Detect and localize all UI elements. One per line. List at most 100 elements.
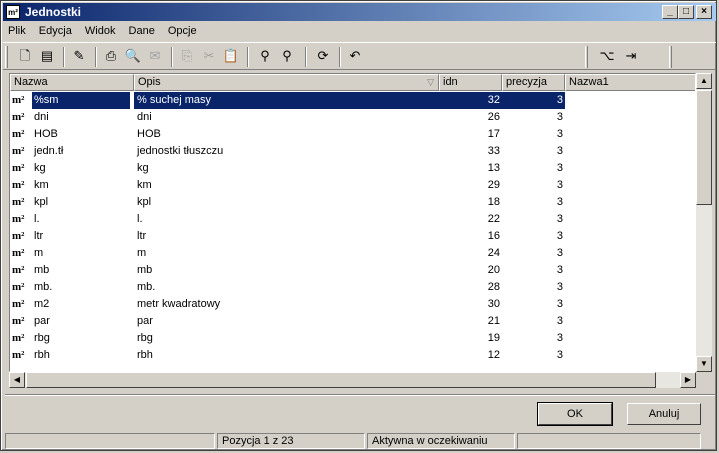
column-header-idn[interactable]: idn — [439, 74, 502, 91]
table-row[interactable]: m² %sm% suchej masy 32 3 — [10, 92, 695, 109]
table-row[interactable]: m² jedn.tł jednostki tłuszczu 33 3 — [10, 143, 695, 160]
column-header-precyzja[interactable]: precyzja — [502, 74, 565, 91]
toolbar-separator — [247, 47, 249, 67]
print-icon[interactable]: ⎙ — [101, 47, 121, 65]
mail-icon[interactable]: ✉ — [145, 47, 165, 65]
column-header-nazwa[interactable]: Nazwa — [10, 74, 134, 91]
maximize-button[interactable]: □ — [678, 5, 694, 19]
cell-nazwa: kpl — [34, 196, 49, 208]
menu-dane[interactable]: Dane — [124, 23, 160, 39]
refresh-icon[interactable]: ⟳ — [313, 47, 333, 65]
menu-opcje[interactable]: Opcje — [163, 23, 202, 39]
unit-icon: m² — [12, 162, 25, 174]
new-document-icon[interactable]: 🗋 — [15, 47, 35, 65]
unit-icon: m² — [12, 111, 25, 123]
status-position: Pozycja 1 z 23 — [217, 433, 365, 449]
print-preview-icon[interactable]: 🔍 — [123, 47, 143, 65]
table-row[interactable]: m² mb. mb. 28 3 — [10, 279, 695, 296]
table-row[interactable]: m² m m 24 3 — [10, 245, 695, 262]
cell-precyzja: 3 — [556, 315, 563, 327]
edit-icon[interactable]: ✎ — [69, 47, 89, 65]
table-row[interactable]: m² par par 21 3 — [10, 313, 695, 330]
cell-precyzja: 3 — [556, 349, 563, 361]
close-button[interactable]: × — [696, 5, 712, 19]
table-row[interactable]: m² ltr ltr 16 3 — [10, 228, 695, 245]
cell-idn: 18 — [487, 196, 500, 208]
divider — [5, 394, 715, 396]
table-row[interactable]: m² m2 metr kwadratowy 30 3 — [10, 296, 695, 313]
unit-icon: m² — [12, 247, 25, 259]
cell-nazwa: l. — [34, 213, 40, 225]
table-row[interactable]: m² mb mb 20 3 — [10, 262, 695, 279]
cell-idn: 33 — [487, 145, 500, 157]
cell-nazwa: mb — [34, 264, 50, 276]
cell-precyzja: 3 — [556, 298, 563, 310]
column-header-opis-label: Opis — [138, 76, 161, 88]
tree-icon[interactable]: ⌥ — [597, 47, 617, 65]
exit-icon[interactable]: ⇥ — [621, 47, 641, 65]
table-row[interactable]: m² rbg rbg 19 3 — [10, 330, 695, 347]
cell-nazwa: rbh — [34, 349, 50, 361]
cell-precyzja: 3 — [556, 196, 563, 208]
paste-icon[interactable]: 📋 — [221, 47, 241, 65]
unit-icon: m² — [12, 179, 25, 191]
horizontal-scroll-thumb[interactable] — [26, 372, 656, 388]
scroll-down-icon[interactable]: ▼ — [696, 356, 712, 372]
find-next-icon[interactable]: ⚲ — [277, 47, 297, 65]
properties-icon[interactable]: ▤ — [37, 47, 57, 65]
toolbar-separator — [95, 47, 97, 67]
title-bar[interactable]: m² Jednostki _ □ × — [3, 3, 716, 21]
cell-opis: m — [137, 247, 147, 259]
table-row[interactable]: m² l. l. 22 3 — [10, 211, 695, 228]
scroll-left-icon[interactable]: ◀ — [9, 372, 25, 388]
scroll-right-icon[interactable]: ▶ — [680, 372, 696, 388]
cell-idn: 17 — [487, 128, 500, 140]
cell-opis: rbg — [137, 332, 153, 344]
cell-idn: 26 — [487, 111, 500, 123]
menu-bar: Plik Edycja Widok Dane Opcje — [3, 23, 202, 41]
unit-icon: m² — [12, 264, 25, 276]
table-row[interactable]: m² HOB HOB 17 3 — [10, 126, 695, 143]
toolbar-grip[interactable] — [585, 46, 588, 68]
menu-plik[interactable]: Plik — [3, 23, 31, 39]
cell-opis: mb — [137, 264, 153, 276]
table-row[interactable]: m² km km 29 3 — [10, 177, 695, 194]
ok-button[interactable]: OK — [537, 402, 613, 426]
grid-header: Nazwa Opis ▽ idn precyzja Nazwa1 — [10, 74, 695, 91]
units-grid: Nazwa Opis ▽ idn precyzja Nazwa1 m² %sm% … — [9, 73, 696, 372]
table-row[interactable]: m² kpl kpl 18 3 — [10, 194, 695, 211]
table-row[interactable]: m² rbh rbh 12 3 — [10, 347, 695, 364]
cell-idn: 22 — [487, 213, 500, 225]
scroll-up-icon[interactable]: ▲ — [696, 73, 712, 89]
cell-precyzja: 3 — [556, 111, 563, 123]
cell-nazwa: mb. — [34, 281, 53, 293]
cell-idn: 13 — [487, 162, 500, 174]
horizontal-scrollbar[interactable]: ◀ ▶ — [9, 372, 696, 388]
table-row[interactable]: m² kg kg 13 3 — [10, 160, 695, 177]
find-icon[interactable]: ⚲ — [255, 47, 275, 65]
unit-icon: m² — [12, 349, 25, 361]
column-header-nazwa1[interactable]: Nazwa1 — [565, 74, 695, 91]
undo-icon[interactable]: ↶ — [345, 47, 365, 65]
cut-icon[interactable]: ✂ — [199, 47, 219, 65]
cell-nazwa: %sm — [32, 92, 130, 109]
vertical-scrollbar[interactable]: ▲ ▼ — [696, 73, 712, 372]
menu-widok[interactable]: Widok — [80, 23, 121, 39]
cell-opis: % suchej masy — [134, 92, 439, 109]
vertical-scroll-thumb[interactable] — [696, 90, 712, 205]
table-row[interactable]: m² dni dni 26 3 — [10, 109, 695, 126]
toolbar-grip[interactable] — [669, 46, 672, 68]
column-header-opis[interactable]: Opis ▽ — [134, 74, 439, 91]
toolbar-grip[interactable] — [5, 46, 8, 68]
cell-nazwa: m2 — [34, 298, 50, 310]
menu-edycja[interactable]: Edycja — [34, 23, 77, 39]
cell-opis: rbh — [137, 349, 153, 361]
cell-precyzja: 3 — [556, 264, 563, 276]
status-state: Aktywna w oczekiwaniu — [367, 433, 515, 449]
cell-opis: par — [137, 315, 153, 327]
unit-icon: m² — [12, 94, 25, 106]
cell-precyzja: 3 — [556, 128, 563, 140]
copy-icon[interactable]: ⎘ — [177, 47, 197, 65]
minimize-button[interactable]: _ — [662, 5, 678, 19]
cancel-button[interactable]: Anuluj — [627, 403, 701, 425]
